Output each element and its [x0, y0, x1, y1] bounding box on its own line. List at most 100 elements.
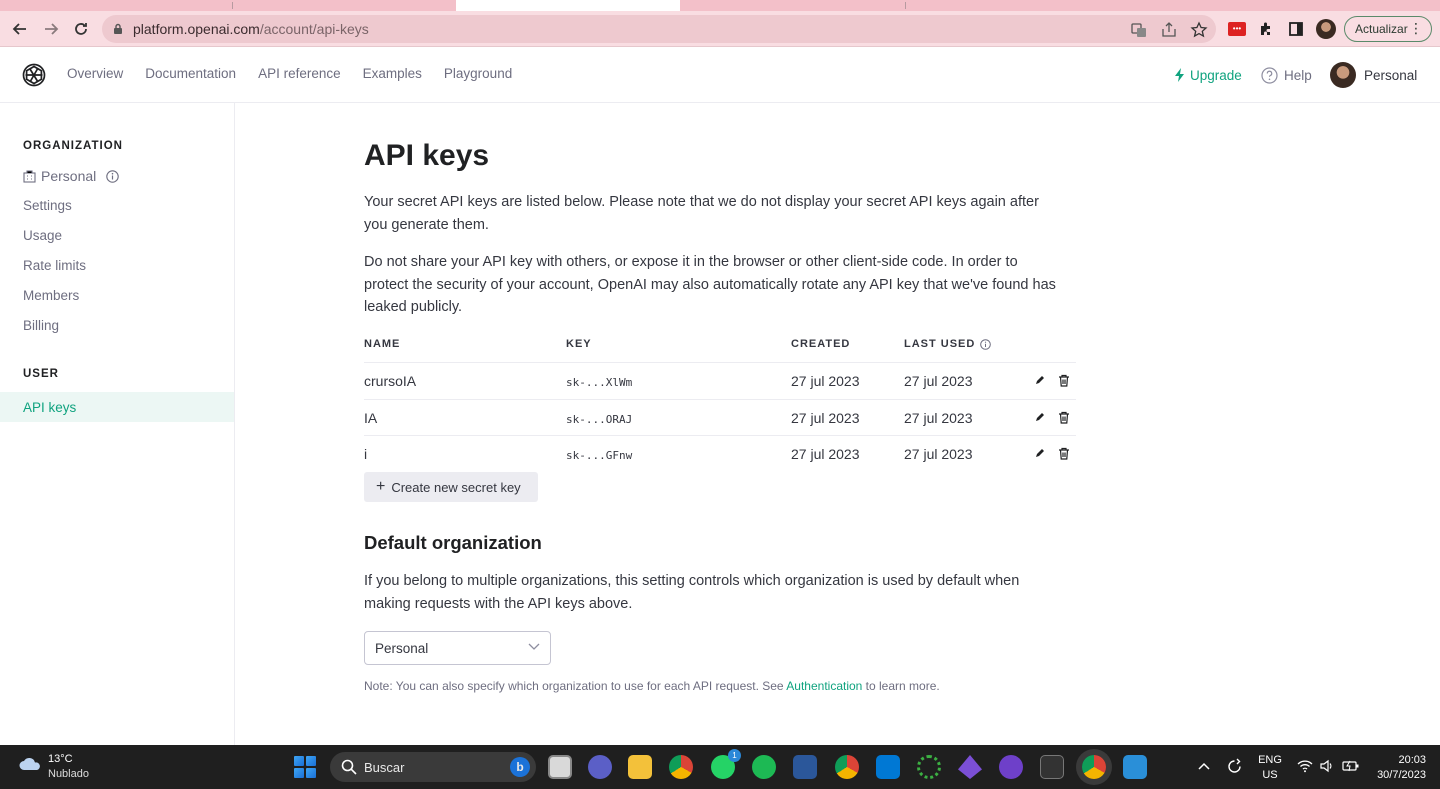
- chrome-profile-icon[interactable]: [835, 755, 859, 779]
- browser-tabstrip: [0, 0, 1440, 11]
- default-organization-text: If you belong to multiple organizations,…: [364, 573, 1020, 612]
- sidebar-item-members[interactable]: Members: [0, 280, 234, 310]
- volume-icon[interactable]: [1319, 759, 1335, 773]
- account-menu[interactable]: Personal: [1330, 61, 1417, 89]
- lightning-icon: [1175, 68, 1184, 82]
- photos-icon[interactable]: [1123, 755, 1147, 779]
- os-taskbar: 13°C Nublado Buscar b 1 ENG US 20:03 30/…: [0, 745, 1440, 789]
- file-explorer-icon[interactable]: [628, 755, 652, 779]
- openai-logo-icon[interactable]: [21, 62, 47, 88]
- plus-icon: +: [376, 478, 386, 495]
- github-icon[interactable]: [999, 755, 1023, 779]
- nav-examples[interactable]: Examples: [363, 66, 422, 81]
- word-icon[interactable]: [793, 755, 817, 779]
- taskbar-search[interactable]: Buscar b: [330, 752, 536, 782]
- menu-kebab-icon[interactable]: ⋮: [1409, 21, 1423, 35]
- nav-api-reference[interactable]: API reference: [258, 66, 341, 81]
- address-bar[interactable]: platform.openai.com/account/api-keys: [102, 15, 1216, 43]
- terminal-icon[interactable]: [1040, 755, 1064, 779]
- lock-icon: [114, 23, 122, 34]
- url-text: platform.openai.com/account/api-keys: [133, 21, 369, 37]
- key-name: crursoIA: [364, 373, 417, 389]
- crystal-app-icon[interactable]: [958, 755, 982, 779]
- edit-pencil-icon[interactable]: [1034, 447, 1046, 459]
- info-icon[interactable]: [980, 338, 992, 350]
- nav-documentation[interactable]: Documentation: [145, 66, 236, 81]
- windows-start-icon[interactable]: [294, 756, 316, 778]
- sidebar-item-settings[interactable]: Settings: [0, 190, 234, 220]
- forward-icon[interactable]: [39, 17, 63, 41]
- sidebar-item-rate-limits[interactable]: Rate limits: [0, 250, 234, 280]
- sidebar-item-org-personal[interactable]: Personal: [0, 161, 234, 191]
- top-navigation: Overview Documentation API reference Exa…: [67, 66, 534, 81]
- vscode-icon[interactable]: [876, 755, 900, 779]
- language-indicator[interactable]: ENG US: [1258, 753, 1282, 783]
- chevron-up-icon[interactable]: [1198, 761, 1210, 771]
- tab-separator: [232, 2, 233, 9]
- sidebar-item-api-keys[interactable]: API keys: [0, 392, 234, 422]
- browser-tab-active[interactable]: [456, 0, 680, 11]
- authentication-link[interactable]: Authentication: [786, 679, 862, 693]
- bookmark-star-icon[interactable]: [1190, 21, 1208, 39]
- system-clock[interactable]: 20:03 30/7/2023: [1372, 753, 1426, 783]
- default-organization-select[interactable]: Personal: [364, 631, 551, 665]
- sidebar-heading-user: USER: [23, 368, 59, 380]
- chevron-down-icon: [528, 643, 540, 650]
- nav-overview[interactable]: Overview: [67, 66, 123, 81]
- side-panel-icon[interactable]: [1286, 19, 1306, 39]
- extension-red-icon[interactable]: •••: [1227, 19, 1247, 39]
- sync-icon[interactable]: [1226, 758, 1243, 775]
- browser-toolbar: platform.openai.com/account/api-keys •••…: [0, 11, 1440, 47]
- edit-pencil-icon[interactable]: [1034, 374, 1046, 386]
- spotify-icon[interactable]: [752, 755, 776, 779]
- column-header-name: NAME: [364, 338, 401, 350]
- app-header: Overview Documentation API reference Exa…: [0, 47, 1440, 103]
- share-icon[interactable]: [1160, 21, 1178, 39]
- delete-trash-icon[interactable]: [1058, 411, 1070, 424]
- help-link[interactable]: Help: [1261, 61, 1312, 89]
- key-created: 27 jul 2023: [791, 446, 860, 462]
- default-organization-heading: Default organization: [364, 532, 542, 553]
- avatar: [1330, 62, 1356, 88]
- battery-icon[interactable]: [1342, 759, 1360, 773]
- profile-avatar[interactable]: [1316, 19, 1336, 39]
- sidebar-item-usage[interactable]: Usage: [0, 220, 234, 250]
- sidebar-item-billing[interactable]: Billing: [0, 310, 234, 340]
- key-created: 27 jul 2023: [791, 373, 860, 389]
- key-value: sk-...GFnw: [566, 449, 633, 462]
- search-icon: [341, 759, 357, 775]
- info-icon[interactable]: [106, 169, 120, 183]
- translate-icon[interactable]: [1130, 21, 1148, 39]
- chrome-icon[interactable]: [669, 755, 693, 779]
- create-secret-key-button[interactable]: + Create new secret key: [364, 472, 538, 502]
- intro-text: Your secret API keys are listed below. P…: [364, 194, 1039, 233]
- loading-app-icon[interactable]: [917, 755, 941, 779]
- whatsapp-icon[interactable]: 1: [711, 749, 741, 779]
- edit-pencil-icon[interactable]: [1034, 411, 1046, 423]
- nav-playground[interactable]: Playground: [444, 66, 512, 81]
- notification-badge: 1: [728, 749, 741, 762]
- table-row: crursoIA sk-...XlWm 27 jul 2023 27 jul 2…: [364, 362, 1076, 399]
- update-browser-button[interactable]: Actualizar ⋮: [1344, 16, 1432, 42]
- teams-chat-icon[interactable]: [588, 755, 612, 779]
- delete-trash-icon[interactable]: [1058, 374, 1070, 387]
- upgrade-link[interactable]: Upgrade: [1174, 61, 1242, 89]
- key-last-used: 27 jul 2023: [904, 446, 973, 462]
- security-warning-text: Do not share your API key with others, o…: [364, 254, 1056, 316]
- table-row: IA sk-...ORAJ 27 jul 2023 27 jul 2023: [364, 399, 1076, 436]
- building-icon: [23, 169, 36, 183]
- cloud-icon: [19, 758, 40, 770]
- column-header-created: CREATED: [791, 338, 851, 350]
- back-icon[interactable]: [8, 17, 32, 41]
- bing-icon[interactable]: b: [510, 757, 530, 777]
- task-view-icon[interactable]: [548, 755, 572, 779]
- wifi-icon[interactable]: [1297, 759, 1313, 773]
- delete-trash-icon[interactable]: [1058, 447, 1070, 460]
- column-header-last-used: LAST USED: [904, 338, 992, 350]
- extensions-puzzle-icon[interactable]: [1256, 19, 1276, 39]
- key-value: sk-...XlWm: [566, 376, 633, 389]
- chrome-active-icon[interactable]: [1082, 755, 1106, 779]
- help-circle-icon: [1261, 66, 1278, 84]
- note-text: Note: You can also specify which organiz…: [364, 679, 940, 693]
- reload-icon[interactable]: [69, 17, 93, 41]
